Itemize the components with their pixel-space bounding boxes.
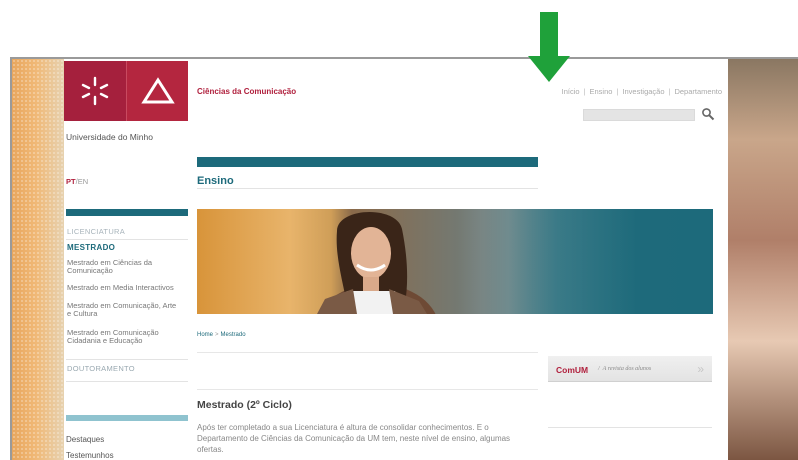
breadcrumb-current[interactable]: Mestrado	[221, 332, 246, 338]
triangle-icon	[126, 61, 188, 121]
comum-divider	[548, 427, 712, 428]
comum-banner[interactable]: ComUM / A revista dos alunos »	[548, 356, 712, 382]
page-content: Universidade do Minho PT/EN Ciências da …	[64, 59, 728, 460]
search-icon[interactable]	[701, 107, 715, 121]
sidebar-item-mestrado-ciencias[interactable]: Mestrado em Ciências da Comunicação	[67, 259, 177, 275]
sidebar-divider	[66, 359, 188, 360]
university-logo[interactable]	[64, 61, 188, 121]
nav-separator: |	[616, 87, 619, 96]
top-navigation: Início | Ensino | Investigação | Departamento	[562, 87, 722, 96]
department-title[interactable]: Ciências da Comunicação	[197, 87, 296, 96]
sidebar-item-testemunhos[interactable]: Testemunhos	[66, 451, 114, 460]
page-title: Ensino	[197, 175, 234, 187]
comum-separator: /	[598, 366, 600, 372]
search-input[interactable]	[583, 109, 695, 121]
sidebar-item-mestrado[interactable]: MESTRADO	[67, 244, 195, 252]
language-pt[interactable]: PT	[66, 177, 76, 186]
nav-item-investigacao[interactable]: Investigação	[622, 87, 664, 96]
sidebar-item-mestrado-media[interactable]: Mestrado em Media Interactivos	[67, 284, 195, 292]
sidebar-item-mestrado-arte[interactable]: Mestrado em Comunicação, Arte e Cultura	[67, 302, 179, 318]
star-icon	[64, 61, 126, 121]
breadcrumb-home[interactable]: Home	[197, 332, 213, 338]
nav-separator: |	[583, 87, 586, 96]
language-en[interactable]: EN	[78, 177, 88, 186]
sidebar-item-mestrado-cidadania[interactable]: Mestrado em Comunicação Cidadania e Educ…	[67, 329, 179, 345]
breadcrumb: Home > Mestrado	[197, 332, 246, 338]
content-title: Mestrado (2º Ciclo)	[197, 399, 292, 411]
arrow-down-icon	[524, 12, 574, 84]
breadcrumb-divider	[197, 352, 538, 353]
nav-separator: |	[668, 87, 671, 96]
breadcrumb-separator: >	[215, 332, 219, 338]
browser-viewport: Universidade do Minho PT/EN Ciências da …	[10, 57, 798, 460]
chevron-right-icon: »	[697, 362, 704, 376]
sidebar-item-destaques[interactable]: Destaques	[66, 435, 104, 444]
sidebar-lower-bar	[66, 415, 188, 421]
comum-subtitle-text: A revista dos alunos	[602, 366, 652, 372]
hero-banner-image	[197, 209, 713, 314]
sidebar-header-bar	[66, 209, 188, 216]
nav-item-departamento[interactable]: Departamento	[674, 87, 722, 96]
comum-subtitle: / A revista dos alunos	[598, 366, 651, 372]
comum-label: ComUM	[556, 365, 589, 375]
background-right-photo	[728, 59, 798, 460]
sidebar-item-licenciatura[interactable]: LICENCIATURA	[67, 228, 195, 236]
background-left-texture	[12, 59, 64, 460]
nav-item-inicio[interactable]: Início	[562, 87, 580, 96]
sidebar-divider	[66, 381, 188, 382]
content-divider	[197, 389, 538, 390]
content-paragraph: Após ter completado a sua Licenciatura é…	[197, 423, 511, 454]
sidebar-divider	[66, 239, 188, 240]
screenshot-stage: Universidade do Minho PT/EN Ciências da …	[0, 0, 798, 460]
university-name: Universidade do Minho	[66, 132, 153, 142]
sidebar-item-doutoramento[interactable]: DOUTORAMENTO	[67, 365, 195, 373]
nav-item-ensino[interactable]: Ensino	[590, 87, 613, 96]
main-header-bar	[197, 157, 538, 167]
title-divider	[197, 188, 538, 189]
banner-gradient	[457, 209, 713, 314]
language-switcher[interactable]: PT/EN	[66, 177, 88, 186]
